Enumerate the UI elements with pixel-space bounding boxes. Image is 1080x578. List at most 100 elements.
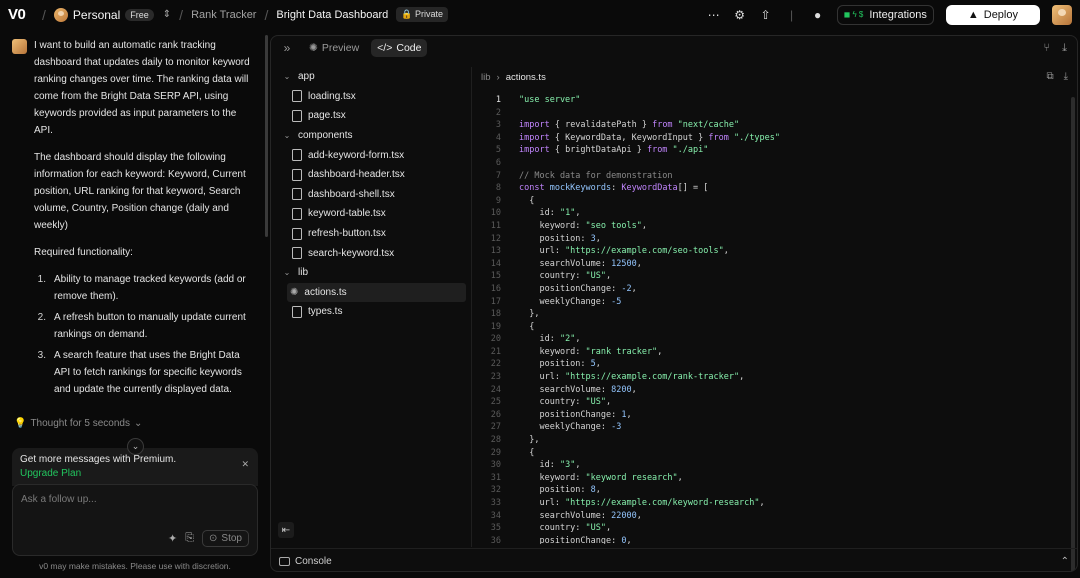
code-line: 5 import { brightDataApi } from "./api" — [472, 144, 1062, 157]
code-text: country: "US", — [519, 271, 612, 282]
code-line: 23 url: "https://example.com/rank-tracke… — [472, 371, 1062, 384]
line-number: 35 — [490, 523, 501, 534]
line-number: 17 — [490, 296, 501, 307]
tree-file[interactable]: search-keyword.tsx — [271, 243, 471, 263]
chevrons-up-icon[interactable]: ⌃ — [1061, 556, 1069, 567]
file-icon — [292, 247, 302, 260]
code-text: searchVolume: 12500, — [519, 258, 642, 269]
tree-file[interactable]: loading.tsx — [271, 87, 471, 107]
more-options-icon[interactable]: ⋯ — [707, 8, 721, 22]
close-icon[interactable]: ✕ — [241, 459, 249, 470]
download-icon[interactable]: ⤓ — [1062, 42, 1067, 55]
tree-file[interactable]: refresh-button.tsx — [271, 224, 471, 244]
line-number: 9 — [495, 195, 501, 206]
code-editor: lib › actions.ts ⧉ ⤓ 1 "use server" 2 3 impo… — [472, 67, 1077, 571]
line-number: 31 — [490, 472, 501, 483]
integrations-label: Integrations — [869, 8, 927, 21]
git-branch-icon[interactable]: ⑂ — [1044, 42, 1051, 55]
code-text: country: "US", — [519, 397, 612, 408]
tree-folder[interactable]: ⌄ app — [271, 67, 471, 87]
tree-folder[interactable]: ⌄ lib — [271, 263, 471, 283]
breadcrumb-dir[interactable]: lib — [481, 72, 491, 83]
tree-folder[interactable]: ⌄ components — [271, 126, 471, 146]
tree-file[interactable]: ✺ actions.ts — [287, 282, 466, 303]
thought-label: Thought for 5 seconds — [30, 418, 130, 429]
code-text: { — [519, 321, 535, 332]
chat-scrollbar[interactable] — [265, 35, 268, 237]
code-text: import { revalidatePath } from "next/cac… — [519, 120, 740, 131]
deploy-label: Deploy — [983, 8, 1018, 21]
workspace-switcher[interactable]: Personal Free ⇕ — [53, 7, 171, 22]
v0-logo[interactable]: V0 — [8, 6, 34, 23]
file-icon — [292, 149, 302, 162]
code-text: import { KeywordData, KeywordInput } fro… — [519, 132, 781, 143]
line-number: 29 — [490, 447, 501, 458]
list-item: 3. A search feature that uses the Bright … — [34, 347, 257, 398]
tree-file[interactable]: keyword-table.tsx — [271, 204, 471, 224]
integrations-button[interactable]: ◼ ϟ $ Integrations — [836, 4, 934, 25]
code-line: 17 weeklyChange: -5 — [472, 296, 1062, 309]
list-number: 2. — [37, 312, 46, 323]
tab-code[interactable]: </> Code — [371, 39, 428, 57]
followup-input[interactable]: Ask a follow up... ✦ ⎘ ⊙ Stop — [12, 484, 258, 556]
line-number: 1 — [495, 95, 501, 105]
code-line: 33 url: "https://example.com/keyword-res… — [472, 497, 1062, 510]
code-line: 34 searchVolume: 22000, — [472, 510, 1062, 523]
upgrade-plan-link[interactable]: Upgrade Plan — [20, 468, 250, 479]
tree-file[interactable]: add-keyword-form.tsx — [271, 145, 471, 165]
settings-gear-icon[interactable]: ⚙ — [733, 8, 747, 22]
stop-button[interactable]: ⊙ Stop — [202, 530, 249, 547]
list-number: 1. — [37, 274, 46, 285]
project-title[interactable]: Bright Data Dashboard — [276, 9, 388, 21]
line-number: 3 — [495, 120, 501, 131]
requirements-list: 1. Ability to manage tracked keywords (ad… — [34, 271, 257, 398]
deploy-button[interactable]: ▲ Deploy — [945, 4, 1040, 25]
top-bar: V0 / Personal Free ⇕ / Rank Tracker / Br… — [0, 0, 1080, 29]
code-area[interactable]: 1 "use server" 2 3 import { revalidatePath }… — [472, 94, 1062, 544]
code-line: 15 country: "US", — [472, 270, 1062, 283]
collapse-sidebar-icon[interactable]: ⇤ — [278, 522, 294, 538]
github-icon[interactable]: ● — [811, 8, 825, 22]
tab-preview[interactable]: ✺ Preview — [303, 39, 365, 57]
copy-icon[interactable]: ⧉ — [1046, 71, 1053, 82]
line-number: 20 — [490, 334, 501, 345]
thought-toggle[interactable]: 💡 Thought for 5 seconds ⌄ — [14, 418, 142, 429]
message-paragraph: Required functionality: — [34, 247, 133, 258]
paperclip-attach-icon[interactable]: ⎘ — [185, 532, 194, 545]
expand-panel-icon[interactable]: » — [277, 41, 297, 55]
code-text: searchVolume: 8200, — [519, 384, 637, 395]
tree-file[interactable]: page.tsx — [271, 106, 471, 126]
code-text: { — [519, 195, 535, 206]
code-line: 22 position: 5, — [472, 358, 1062, 371]
visibility-badge[interactable]: 🔒 Private — [396, 7, 449, 22]
code-text: keyword: "seo tools", — [519, 220, 647, 231]
download-icon[interactable]: ⤓ — [1064, 71, 1068, 82]
editor-scrollbar[interactable] — [1071, 97, 1075, 571]
tree-file[interactable]: types.ts — [271, 302, 471, 322]
code-text: position: 3, — [519, 233, 601, 244]
breadcrumb-parent[interactable]: Rank Tracker — [191, 9, 256, 21]
line-number: 22 — [490, 359, 501, 370]
code-line: 8 const mockKeywords: KeywordData[] = [ — [472, 182, 1062, 195]
code-text: position: 5, — [519, 359, 601, 370]
disclaimer: v0 may make mistakes. Please use with di… — [39, 561, 231, 571]
chevron-down-icon: ⌄ — [133, 418, 143, 429]
code-line: 4 import { KeywordData, KeywordInput } fr… — [472, 132, 1062, 145]
code-text: const mockKeywords: KeywordData[] = [ — [519, 183, 709, 194]
tree-file[interactable]: dashboard-shell.tsx — [271, 185, 471, 205]
console-bar[interactable]: Console ⌃ — [271, 548, 1077, 571]
file-breadcrumb: lib › actions.ts — [481, 72, 546, 83]
code-line: 32 position: 8, — [472, 484, 1062, 497]
share-upload-icon[interactable]: ⇧ — [759, 8, 773, 22]
stop-label: Stop — [221, 533, 242, 544]
scroll-down-button[interactable]: ⌄ — [127, 438, 144, 455]
line-number: 12 — [490, 233, 501, 244]
chevron-down-icon: ⌄ — [283, 131, 291, 141]
chevron-down-icon: ⌄ — [283, 72, 291, 82]
line-number: 16 — [490, 283, 501, 294]
user-avatar[interactable] — [1052, 4, 1072, 25]
tree-item-label: page.tsx — [308, 110, 346, 122]
tree-file[interactable]: dashboard-header.tsx — [271, 165, 471, 185]
sparkle-enhance-icon[interactable]: ✦ — [168, 532, 177, 545]
